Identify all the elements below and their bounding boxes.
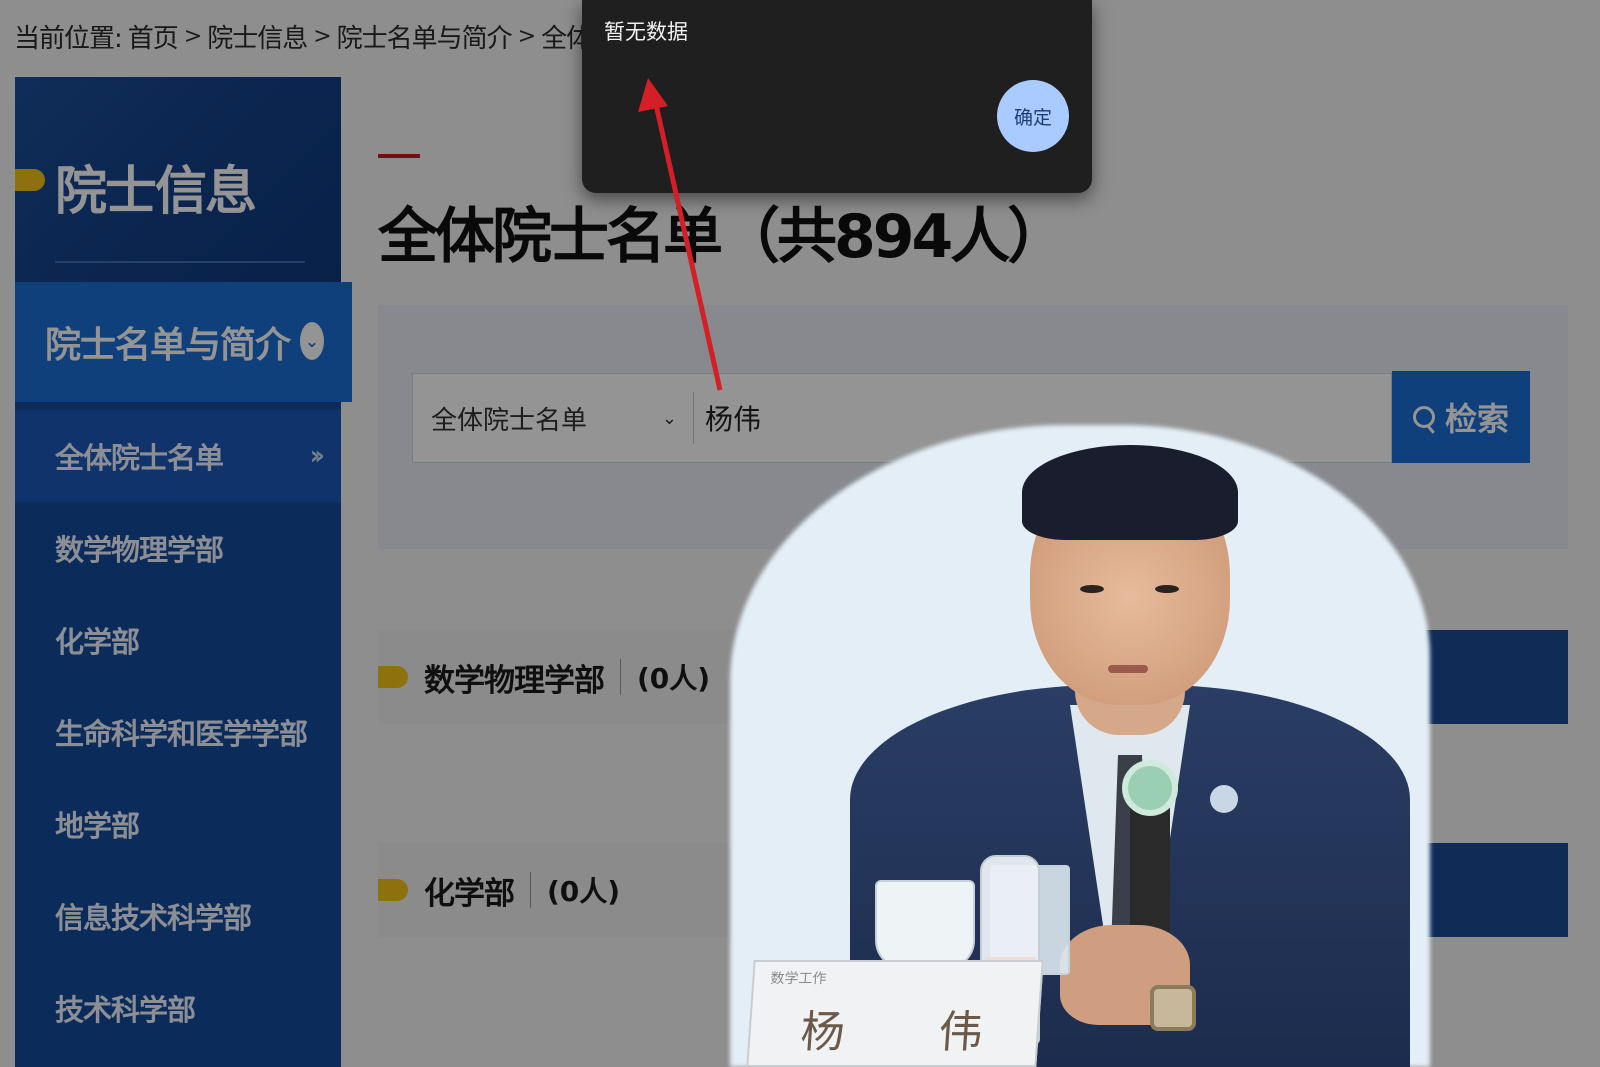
alert-message: 暂无数据	[604, 20, 688, 44]
nameplate-name: 杨 伟	[798, 1007, 1025, 1058]
teacup-icon	[875, 880, 975, 970]
nameplate-header: 数学工作	[769, 971, 827, 987]
lapel-pin-icon	[1210, 785, 1238, 813]
nameplate: 数学工作 杨 伟	[746, 960, 1044, 1067]
photo-eye	[1155, 585, 1179, 593]
photo-hair	[1022, 445, 1238, 540]
wristwatch-icon	[1150, 985, 1196, 1031]
alert-dialog: 暂无数据 确定	[582, 0, 1092, 193]
microphone-icon	[1122, 760, 1178, 816]
speaker-photo: 数学工作 杨 伟	[730, 425, 1430, 1067]
photo-eye	[1080, 585, 1104, 593]
confirm-button[interactable]: 确定	[997, 80, 1069, 152]
photo-mouth	[1108, 665, 1148, 673]
